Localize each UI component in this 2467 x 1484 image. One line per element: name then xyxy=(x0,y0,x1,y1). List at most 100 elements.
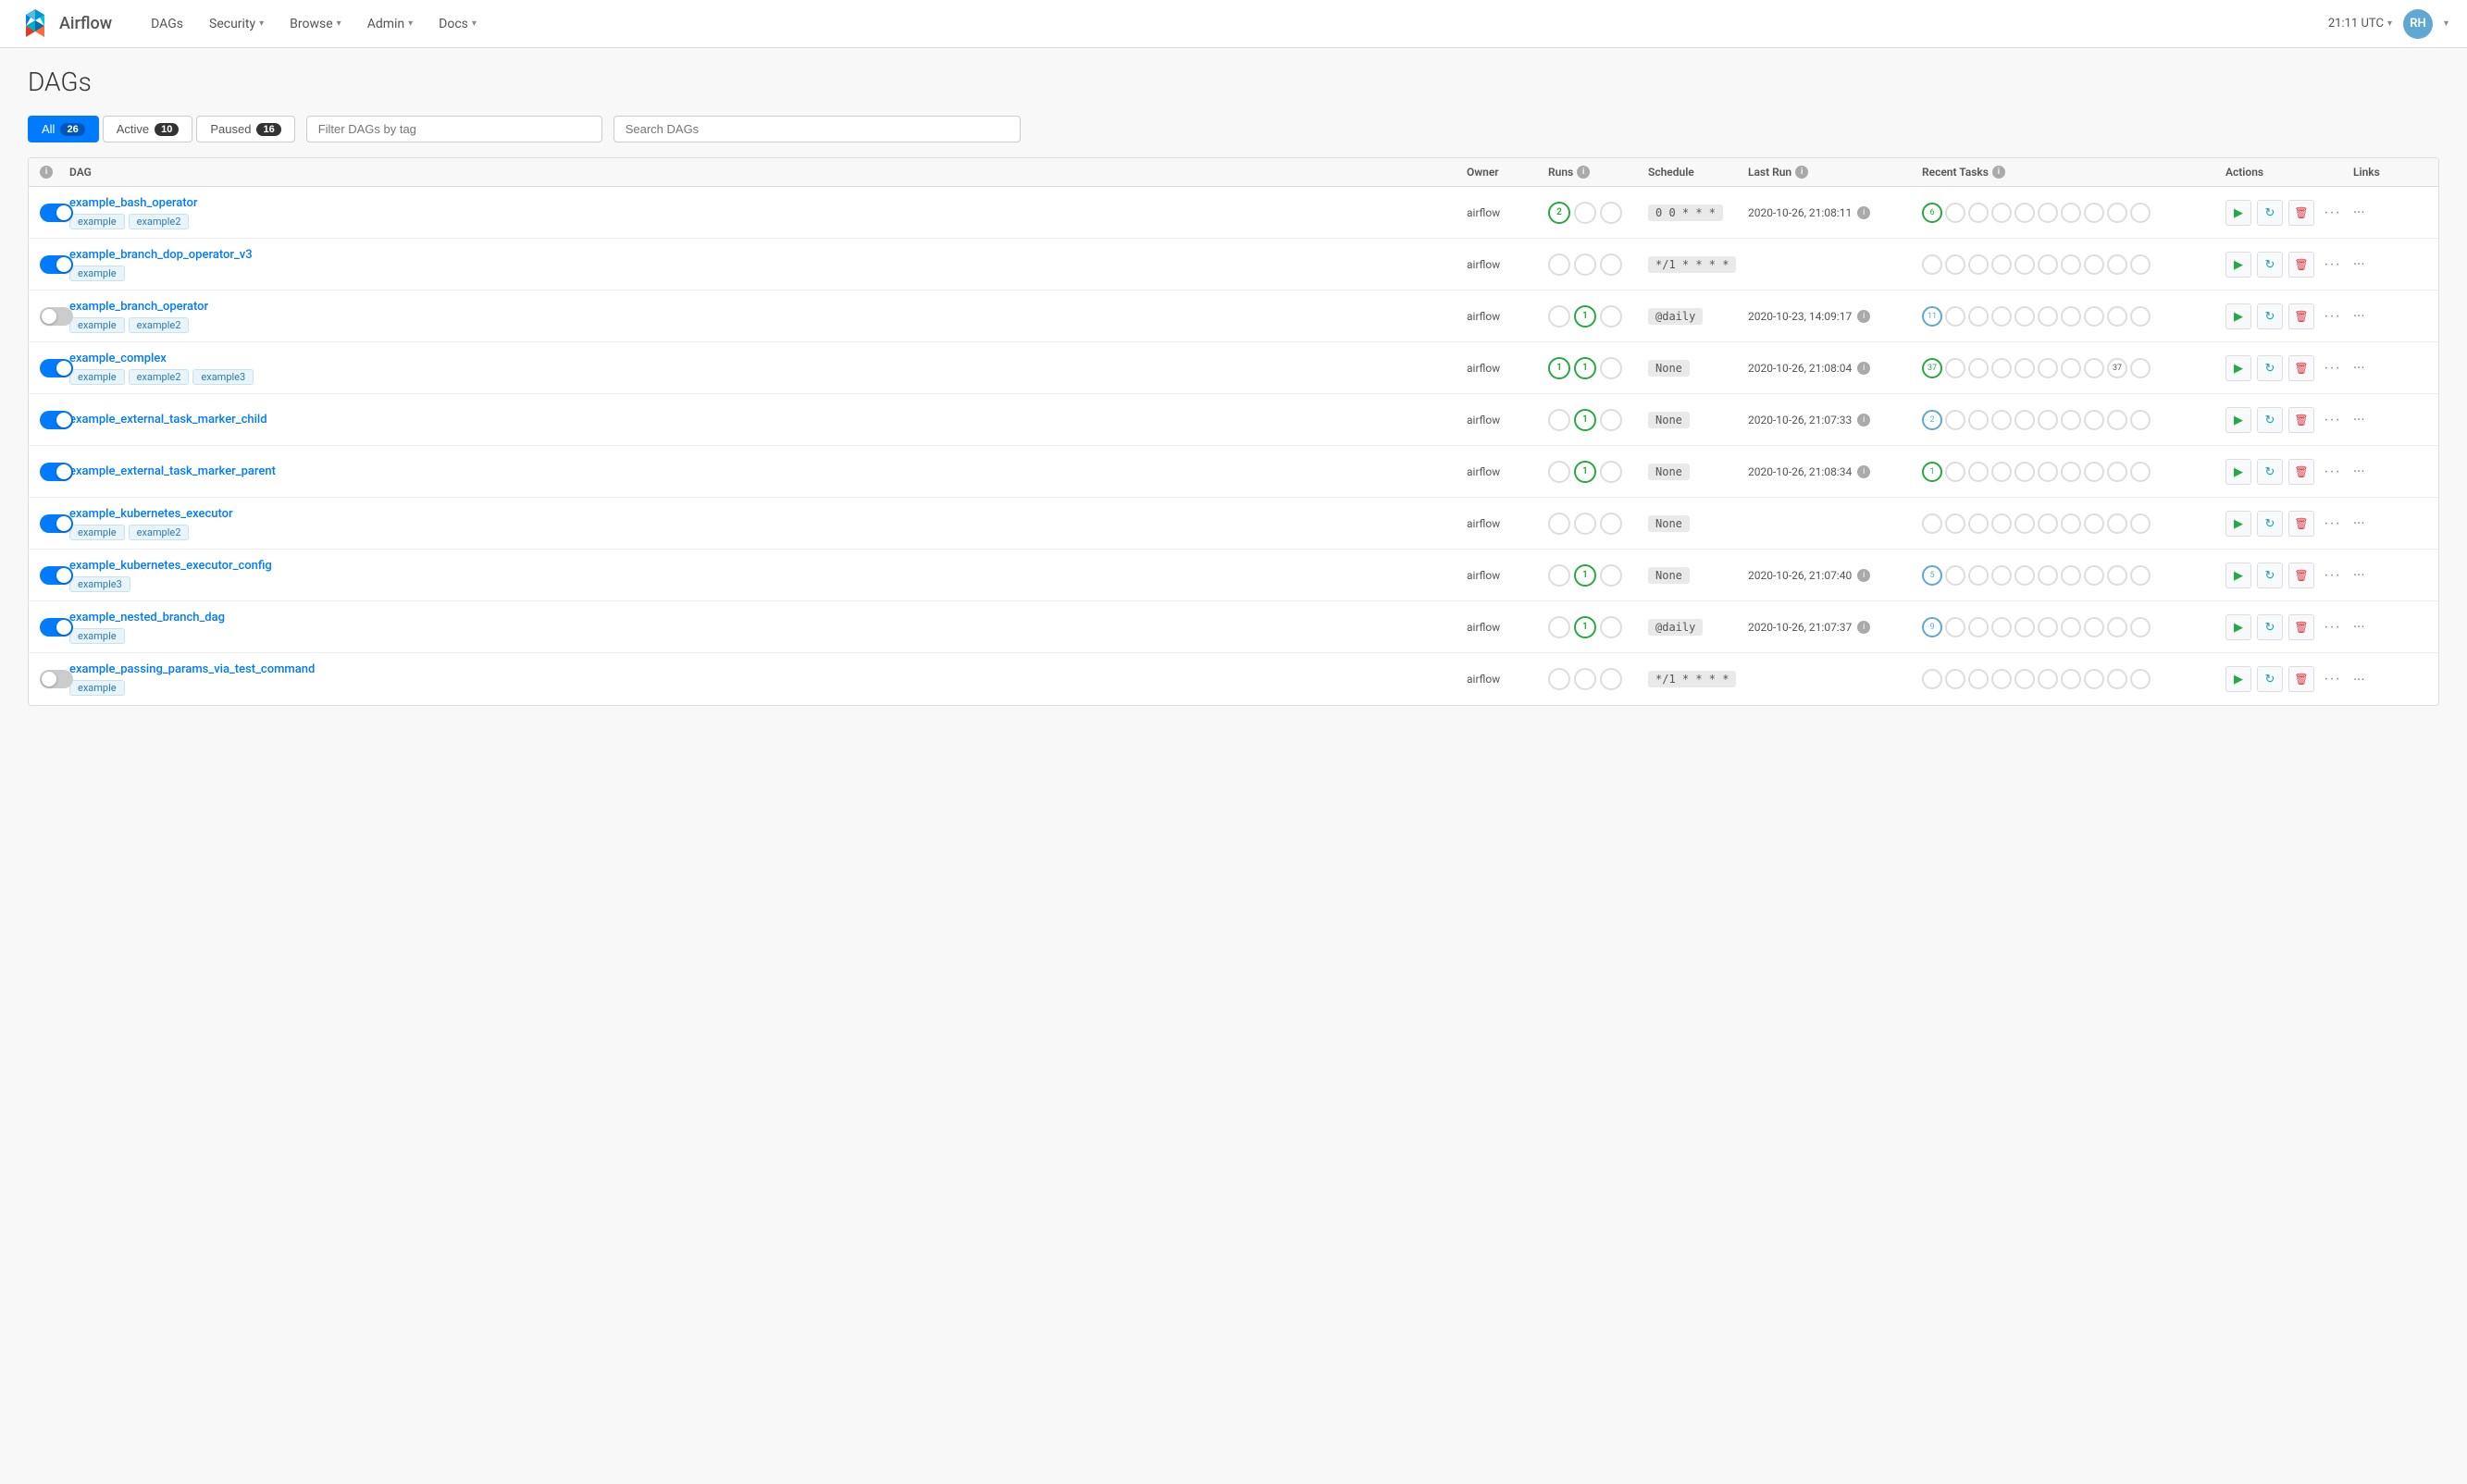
task-circle[interactable] xyxy=(2015,203,2035,223)
dag-links[interactable]: ··· xyxy=(2353,566,2427,584)
dag-name-link[interactable]: example_external_task_marker_child xyxy=(69,413,1459,427)
task-circle[interactable] xyxy=(2107,410,2127,430)
task-circle[interactable] xyxy=(2130,254,2151,275)
task-circle[interactable] xyxy=(2061,617,2081,637)
refresh-dag-button[interactable]: ↻ xyxy=(2257,459,2283,485)
dag-name-link[interactable]: example_external_task_marker_parent xyxy=(69,464,1459,478)
task-circle[interactable] xyxy=(2038,306,2058,327)
filter-active-tab[interactable]: Active 10 xyxy=(103,116,193,142)
task-circle[interactable] xyxy=(1991,203,2012,223)
run-circle[interactable] xyxy=(1600,254,1622,276)
task-circle[interactable] xyxy=(1991,565,2012,586)
task-circle[interactable] xyxy=(1991,358,2012,378)
more-actions-button[interactable]: ··· xyxy=(2320,412,2345,428)
refresh-dag-button[interactable]: ↻ xyxy=(2257,200,2283,226)
dag-links[interactable]: ··· xyxy=(2353,514,2427,532)
dag-toggle-example_kubernetes_executor_config[interactable] xyxy=(40,566,73,585)
task-circle[interactable] xyxy=(1922,254,1942,275)
refresh-dag-button[interactable]: ↻ xyxy=(2257,511,2283,537)
delete-dag-button[interactable]: 🗑 xyxy=(2288,200,2314,226)
task-circle[interactable] xyxy=(2015,462,2035,482)
task-circle[interactable] xyxy=(1991,617,2012,637)
dag-name-link[interactable]: example_kubernetes_executor_config xyxy=(69,559,1459,573)
trigger-dag-button[interactable]: ▶ xyxy=(2225,407,2251,433)
task-circle[interactable] xyxy=(1991,513,2012,534)
info-icon[interactable]: i xyxy=(40,166,53,179)
delete-dag-button[interactable]: 🗑 xyxy=(2288,303,2314,329)
task-circle[interactable] xyxy=(2130,462,2151,482)
dag-name-link[interactable]: example_complex xyxy=(69,352,1459,365)
task-circle[interactable]: 1 xyxy=(1922,462,1942,482)
info-icon[interactable]: i xyxy=(1857,569,1870,582)
delete-dag-button[interactable]: 🗑 xyxy=(2288,563,2314,588)
run-circle[interactable] xyxy=(1600,564,1622,587)
trigger-dag-button[interactable]: ▶ xyxy=(2225,200,2251,226)
task-circle[interactable] xyxy=(2061,254,2081,275)
task-circle[interactable] xyxy=(1968,410,1989,430)
task-circle[interactable] xyxy=(2015,410,2035,430)
refresh-dag-button[interactable]: ↻ xyxy=(2257,252,2283,278)
run-circle[interactable]: 1 xyxy=(1574,564,1596,587)
dag-name-link[interactable]: example_kubernetes_executor xyxy=(69,507,1459,521)
dag-tag[interactable]: example3 xyxy=(69,576,130,592)
dag-tag[interactable]: example xyxy=(69,214,125,229)
time-display[interactable]: 21:11 UTC ▾ xyxy=(2328,17,2392,31)
refresh-dag-button[interactable]: ↻ xyxy=(2257,355,2283,381)
run-circle[interactable]: 1 xyxy=(1574,409,1596,431)
dag-tag[interactable]: example xyxy=(69,680,125,696)
task-circle[interactable] xyxy=(2015,513,2035,534)
refresh-dag-button[interactable]: ↻ xyxy=(2257,666,2283,692)
run-circle[interactable] xyxy=(1548,305,1570,328)
dag-links[interactable]: ··· xyxy=(2353,671,2427,688)
info-icon[interactable]: i xyxy=(1577,166,1590,179)
more-actions-button[interactable]: ··· xyxy=(2320,256,2345,273)
run-circle[interactable]: 1 xyxy=(1548,357,1570,379)
refresh-dag-button[interactable]: ↻ xyxy=(2257,563,2283,588)
task-circle[interactable] xyxy=(1968,617,1989,637)
more-actions-button[interactable]: ··· xyxy=(2320,464,2345,480)
run-circle[interactable] xyxy=(1548,409,1570,431)
task-circle[interactable] xyxy=(2061,462,2081,482)
trigger-dag-button[interactable]: ▶ xyxy=(2225,459,2251,485)
task-circle[interactable] xyxy=(2107,617,2127,637)
task-circle[interactable] xyxy=(1968,203,1989,223)
task-circle[interactable] xyxy=(2107,513,2127,534)
task-circle[interactable] xyxy=(2130,513,2151,534)
task-circle[interactable] xyxy=(2084,617,2104,637)
task-circle[interactable] xyxy=(2015,565,2035,586)
dag-tag[interactable]: example3 xyxy=(192,369,254,385)
delete-dag-button[interactable]: 🗑 xyxy=(2288,252,2314,278)
dag-links[interactable]: ··· xyxy=(2353,411,2427,428)
info-icon[interactable]: i xyxy=(1857,465,1870,478)
task-circle[interactable] xyxy=(2130,565,2151,586)
run-circle[interactable] xyxy=(1600,461,1622,483)
task-circle[interactable] xyxy=(1991,254,2012,275)
delete-dag-button[interactable]: 🗑 xyxy=(2288,511,2314,537)
task-circle[interactable] xyxy=(2015,254,2035,275)
task-circle[interactable] xyxy=(2038,358,2058,378)
run-circle[interactable]: 1 xyxy=(1574,305,1596,328)
dag-links[interactable]: ··· xyxy=(2353,618,2427,636)
task-circle[interactable] xyxy=(1922,513,1942,534)
task-circle[interactable] xyxy=(1991,410,2012,430)
task-circle[interactable] xyxy=(1945,617,1965,637)
task-circle[interactable] xyxy=(2084,462,2104,482)
nav-browse[interactable]: Browse ▾ xyxy=(279,11,353,37)
task-circle[interactable] xyxy=(2130,410,2151,430)
info-icon[interactable]: i xyxy=(1992,166,2005,179)
task-circle[interactable] xyxy=(2084,203,2104,223)
task-circle[interactable] xyxy=(2084,513,2104,534)
task-circle[interactable] xyxy=(2038,617,2058,637)
task-circle[interactable] xyxy=(1945,410,1965,430)
dag-tag[interactable]: example2 xyxy=(129,369,190,385)
task-circle[interactable] xyxy=(2015,358,2035,378)
more-actions-button[interactable]: ··· xyxy=(2320,567,2345,584)
task-circle[interactable]: 6 xyxy=(1922,203,1942,223)
dag-toggle-example_nested_branch_dag[interactable] xyxy=(40,618,73,637)
task-circle[interactable] xyxy=(2015,306,2035,327)
task-circle[interactable] xyxy=(2084,358,2104,378)
trigger-dag-button[interactable]: ▶ xyxy=(2225,355,2251,381)
task-circle[interactable] xyxy=(2038,203,2058,223)
tag-filter-input[interactable] xyxy=(306,116,602,142)
task-circle[interactable] xyxy=(2061,358,2081,378)
